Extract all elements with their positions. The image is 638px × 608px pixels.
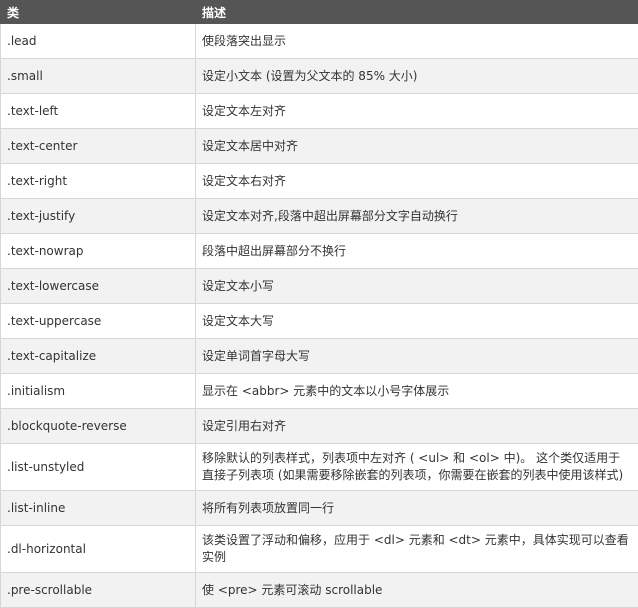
- class-cell: .lead: [0, 23, 196, 59]
- table-row: .initialism 显示在 <abbr> 元素中的文本以小号字体展示: [0, 373, 638, 409]
- description-cell: 设定引用右对齐: [195, 408, 638, 444]
- class-cell: .text-uppercase: [0, 303, 196, 339]
- table-row: .dl-horizontal 该类设置了浮动和偏移，应用于 <dl> 元素和 <…: [0, 525, 638, 573]
- description-cell: 使段落突出显示: [195, 23, 638, 59]
- description-cell: 设定文本右对齐: [195, 163, 638, 199]
- description-cell: 显示在 <abbr> 元素中的文本以小号字体展示: [195, 373, 638, 409]
- description-cell: 使 <pre> 元素可滚动 scrollable: [195, 572, 638, 608]
- class-cell: .list-unstyled: [0, 443, 196, 491]
- table-row: .text-center 设定文本居中对齐: [0, 128, 638, 164]
- description-cell: 将所有列表项放置同一行: [195, 490, 638, 526]
- description-cell: 设定文本小写: [195, 268, 638, 304]
- header-class: 类: [0, 0, 196, 24]
- description-cell: 该类设置了浮动和偏移，应用于 <dl> 元素和 <dt> 元素中，具体实现可以查…: [195, 525, 638, 573]
- class-cell: .blockquote-reverse: [0, 408, 196, 444]
- class-cell: .text-nowrap: [0, 233, 196, 269]
- class-cell: .dl-horizontal: [0, 525, 196, 573]
- table-row: .list-unstyled 移除默认的列表样式，列表项中左对齐 ( <ul> …: [0, 443, 638, 491]
- description-cell: 设定文本左对齐: [195, 93, 638, 129]
- table-row: .text-right 设定文本右对齐: [0, 163, 638, 199]
- description-cell: 设定文本大写: [195, 303, 638, 339]
- class-cell: .text-right: [0, 163, 196, 199]
- description-cell: 设定小文本 (设置为父文本的 85% 大小): [195, 58, 638, 94]
- class-cell: .small: [0, 58, 196, 94]
- class-cell: .text-center: [0, 128, 196, 164]
- table-row: .text-nowrap 段落中超出屏幕部分不换行: [0, 233, 638, 269]
- description-cell: 设定文本居中对齐: [195, 128, 638, 164]
- table-header-row: 类 描述: [0, 0, 638, 24]
- table-row: .pre-scrollable 使 <pre> 元素可滚动 scrollable: [0, 572, 638, 608]
- class-cell: .pre-scrollable: [0, 572, 196, 608]
- description-cell: 移除默认的列表样式，列表项中左对齐 ( <ul> 和 <ol> 中)。 这个类仅…: [195, 443, 638, 491]
- class-cell: .text-lowercase: [0, 268, 196, 304]
- class-cell: .initialism: [0, 373, 196, 409]
- table-row: .blockquote-reverse 设定引用右对齐: [0, 408, 638, 444]
- table-row: .text-lowercase 设定文本小写: [0, 268, 638, 304]
- class-description-table: 类 描述 .lead 使段落突出显示 .small 设定小文本 (设置为父文本的…: [0, 0, 638, 608]
- class-cell: .text-left: [0, 93, 196, 129]
- header-description: 描述: [195, 0, 638, 24]
- class-cell: .text-justify: [0, 198, 196, 234]
- table-row: .text-justify 设定文本对齐,段落中超出屏幕部分文字自动换行: [0, 198, 638, 234]
- table-row: .text-left 设定文本左对齐: [0, 93, 638, 129]
- table-row: .list-inline 将所有列表项放置同一行: [0, 490, 638, 526]
- description-cell: 段落中超出屏幕部分不换行: [195, 233, 638, 269]
- table-row: .text-uppercase 设定文本大写: [0, 303, 638, 339]
- description-cell: 设定单词首字母大写: [195, 338, 638, 374]
- description-cell: 设定文本对齐,段落中超出屏幕部分文字自动换行: [195, 198, 638, 234]
- table-row: .lead 使段落突出显示: [0, 23, 638, 59]
- class-cell: .text-capitalize: [0, 338, 196, 374]
- table-row: .small 设定小文本 (设置为父文本的 85% 大小): [0, 58, 638, 94]
- table-row: .text-capitalize 设定单词首字母大写: [0, 338, 638, 374]
- class-cell: .list-inline: [0, 490, 196, 526]
